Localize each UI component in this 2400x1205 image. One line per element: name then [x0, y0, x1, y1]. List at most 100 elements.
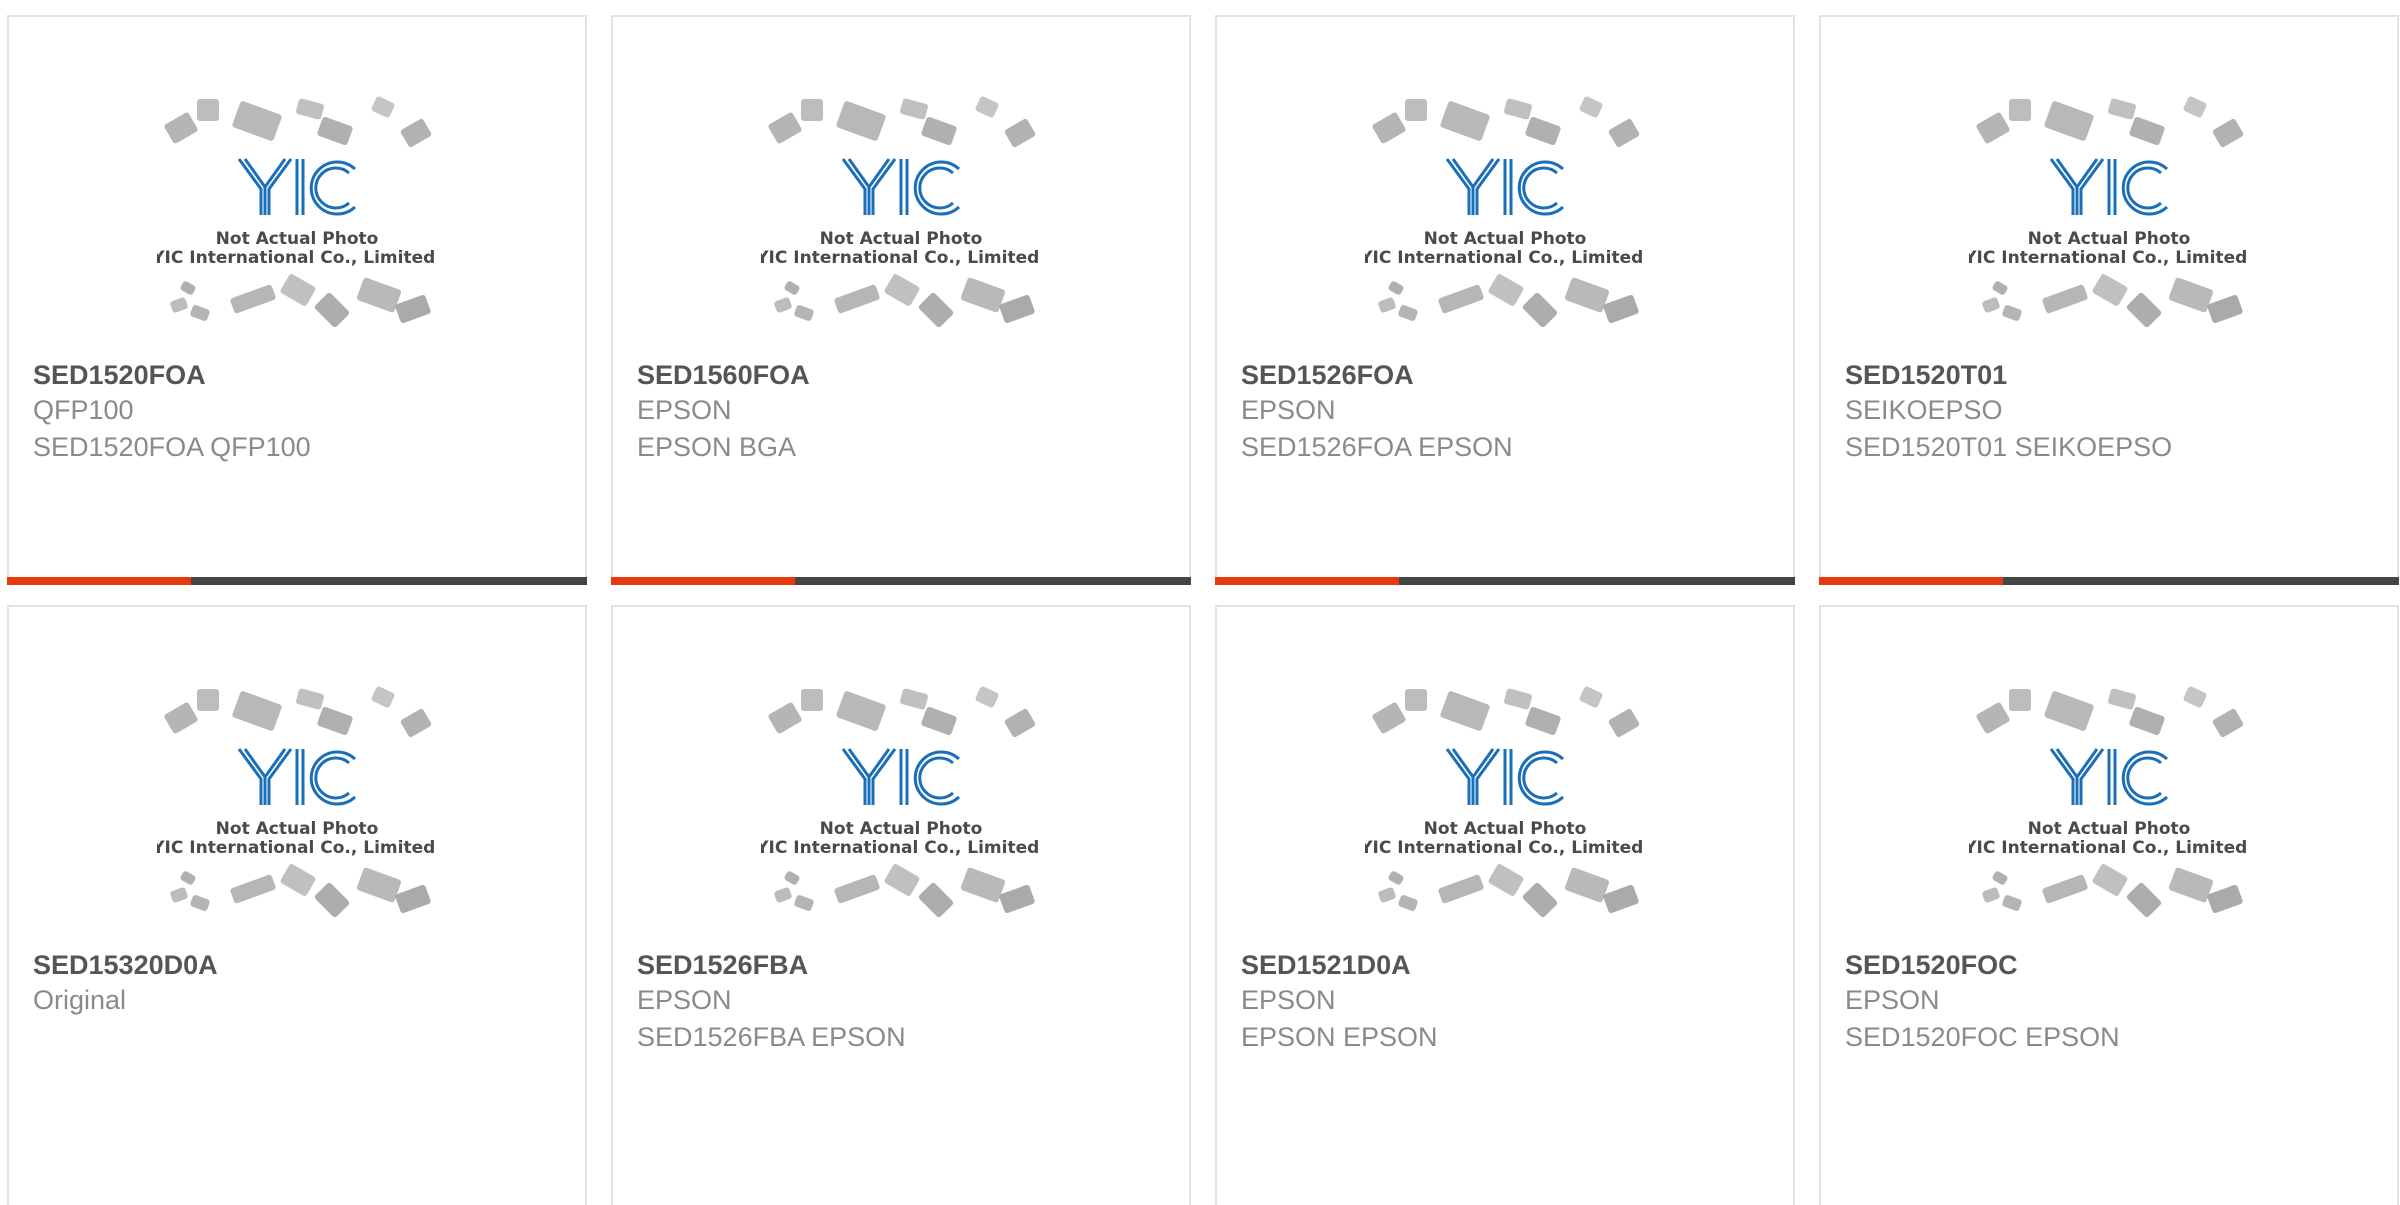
chip-icons-bottom: [170, 864, 431, 918]
watermark-line1: Not Actual Photo: [1424, 229, 1587, 249]
product-card[interactable]: Not Actual Photo YIC International Co., …: [611, 15, 1191, 585]
product-info: SED1520FOC EPSON SED1520FOC EPSON: [1845, 948, 2377, 1056]
product-card[interactable]: Not Actual Photo YIC International Co., …: [7, 605, 587, 1205]
card-accent-bar: [611, 577, 795, 585]
yic-logo-icon: [841, 158, 961, 216]
product-manufacturer: EPSON: [1241, 395, 1336, 425]
card-bottom-bar: [1819, 577, 2399, 585]
yic-logo-icon: [237, 748, 357, 806]
product-placeholder-image: Not Actual Photo YIC International Co., …: [157, 96, 437, 328]
product-info: SED1521D0A EPSON EPSON EPSON: [1241, 948, 1773, 1056]
product-title[interactable]: SED1560FOA: [637, 358, 1169, 392]
product-title[interactable]: SED1526FOA: [1241, 358, 1773, 392]
card-accent-bar: [1819, 577, 2003, 585]
product-title[interactable]: SED1526FBA: [637, 948, 1169, 982]
product-placeholder-image: Not Actual Photo YIC International Co., …: [761, 686, 1041, 918]
product-card[interactable]: Not Actual Photo YIC International Co., …: [7, 15, 587, 585]
watermark-line1: Not Actual Photo: [216, 819, 379, 839]
watermark-line1: Not Actual Photo: [1424, 819, 1587, 839]
yic-logo-icon: [841, 748, 961, 806]
chip-icons-top: [164, 686, 432, 738]
product-info: SED1560FOA EPSON EPSON BGA: [637, 358, 1169, 466]
product-image[interactable]: Not Actual Photo YIC International Co., …: [1821, 87, 2397, 367]
chip-icons-bottom: [1378, 864, 1639, 918]
product-image[interactable]: Not Actual Photo YIC International Co., …: [9, 87, 585, 367]
product-card[interactable]: Not Actual Photo YIC International Co., …: [611, 605, 1191, 1205]
product-manufacturer: EPSON: [1845, 985, 1940, 1015]
chip-icons-top: [1372, 686, 1640, 738]
yic-logo-icon: [237, 158, 357, 216]
chip-icons-top: [768, 96, 1036, 148]
product-title[interactable]: SED1521D0A: [1241, 948, 1773, 982]
chip-icons-bottom: [774, 864, 1035, 918]
product-description: SED1520T01 SEIKOEPSO: [1845, 432, 2173, 462]
watermark-line1: Not Actual Photo: [2028, 819, 2191, 839]
product-card[interactable]: Not Actual Photo YIC International Co., …: [1215, 605, 1795, 1205]
watermark-line1: Not Actual Photo: [216, 229, 379, 249]
watermark-line2: YIC International Co., Limited.: [1969, 248, 2249, 268]
yic-logo-icon: [1445, 748, 1565, 806]
watermark-line2: YIC International Co., Limited.: [1969, 838, 2249, 858]
watermark-line1: Not Actual Photo: [820, 229, 983, 249]
product-condition: Original: [33, 985, 127, 1015]
product-description: SED1520FOC EPSON: [1845, 1022, 2120, 1052]
watermark-line2: YIC International Co., Limited.: [1365, 838, 1645, 858]
product-card[interactable]: Not Actual Photo YIC International Co., …: [1819, 605, 2399, 1205]
product-title[interactable]: SED1520FOA: [33, 358, 565, 392]
watermark-line1: Not Actual Photo: [2028, 229, 2191, 249]
product-description: EPSON BGA: [637, 432, 797, 462]
product-placeholder-image: Not Actual Photo YIC International Co., …: [1969, 96, 2249, 328]
product-image[interactable]: Not Actual Photo YIC International Co., …: [1821, 677, 2397, 957]
product-placeholder-image: Not Actual Photo YIC International Co., …: [1969, 686, 2249, 918]
product-placeholder-image: Not Actual Photo YIC International Co., …: [157, 686, 437, 918]
product-image[interactable]: Not Actual Photo YIC International Co., …: [9, 677, 585, 957]
watermark-line2: YIC International Co., Limited.: [1365, 248, 1645, 268]
yic-logo-icon: [2049, 748, 2169, 806]
card-bottom-bar: [1215, 577, 1795, 585]
product-image[interactable]: Not Actual Photo YIC International Co., …: [1217, 87, 1793, 367]
chip-icons-top: [164, 96, 432, 148]
product-package: QFP100: [33, 395, 134, 425]
product-info: SED1520T01 SEIKOEPSO SED1520T01 SEIKOEPS…: [1845, 358, 2377, 466]
product-image[interactable]: Not Actual Photo YIC International Co., …: [613, 87, 1189, 367]
chip-icons-bottom: [170, 274, 431, 328]
yic-logo-icon: [2049, 158, 2169, 216]
product-info: SED1520FOA QFP100 SED1520FOA QFP100: [33, 358, 565, 466]
product-manufacturer: EPSON: [637, 985, 732, 1015]
watermark-line2: YIC International Co., Limited.: [761, 838, 1041, 858]
chip-icons-top: [1976, 96, 2244, 148]
product-placeholder-image: Not Actual Photo YIC International Co., …: [761, 96, 1041, 328]
product-image[interactable]: Not Actual Photo YIC International Co., …: [1217, 677, 1793, 957]
product-info: SED15320D0A Original: [33, 948, 565, 1019]
product-placeholder-image: Not Actual Photo YIC International Co., …: [1365, 96, 1645, 328]
watermark-line2: YIC International Co., Limited.: [761, 248, 1041, 268]
product-title[interactable]: SED1520FOC: [1845, 948, 2377, 982]
chip-icons-bottom: [1982, 864, 2243, 918]
product-placeholder-image: Not Actual Photo YIC International Co., …: [1365, 686, 1645, 918]
chip-icons-top: [1976, 686, 2244, 738]
product-manufacturer: SEIKOEPSO: [1845, 395, 2003, 425]
yic-logo-icon: [1445, 158, 1565, 216]
card-bottom-bar: [7, 577, 587, 585]
chip-icons-top: [768, 686, 1036, 738]
product-image[interactable]: Not Actual Photo YIC International Co., …: [613, 677, 1189, 957]
product-manufacturer: EPSON: [1241, 985, 1336, 1015]
chip-icons-top: [1372, 96, 1640, 148]
product-title[interactable]: SED15320D0A: [33, 948, 565, 982]
product-card[interactable]: Not Actual Photo YIC International Co., …: [1819, 15, 2399, 585]
product-description: SED1520FOA QFP100: [33, 432, 311, 462]
product-description: SED1526FOA EPSON: [1241, 432, 1513, 462]
product-manufacturer: EPSON: [637, 395, 732, 425]
chip-icons-bottom: [1378, 274, 1639, 328]
chip-icons-bottom: [1982, 274, 2243, 328]
product-info: SED1526FOA EPSON SED1526FOA EPSON: [1241, 358, 1773, 466]
chip-icons-bottom: [774, 274, 1035, 328]
product-description: EPSON EPSON: [1241, 1022, 1438, 1052]
product-card[interactable]: Not Actual Photo YIC International Co., …: [1215, 15, 1795, 585]
watermark-line2: YIC International Co., Limited.: [157, 248, 437, 268]
watermark-line2: YIC International Co., Limited.: [157, 838, 437, 858]
product-title[interactable]: SED1520T01: [1845, 358, 2377, 392]
product-grid: Not Actual Photo YIC International Co., …: [0, 0, 2400, 1205]
card-accent-bar: [1215, 577, 1399, 585]
product-info: SED1526FBA EPSON SED1526FBA EPSON: [637, 948, 1169, 1056]
